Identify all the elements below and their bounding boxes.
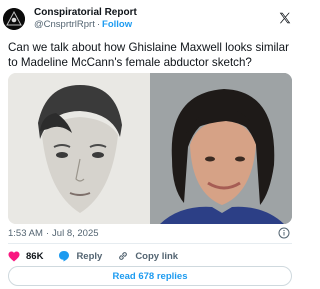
copy-link-button[interactable]: Copy link: [117, 250, 178, 262]
composite-sketch-icon: [8, 73, 150, 224]
tweet-timestamp[interactable]: 1:53 AM · Jul 8, 2025: [8, 228, 99, 239]
portrait-photo-icon: [150, 73, 292, 224]
reply-label: Reply: [76, 250, 103, 262]
author-handle-row: @CnsprtrlRprt · Follow: [34, 19, 137, 31]
like-button[interactable]: 86K: [8, 251, 43, 262]
tweet-text: Can we talk about how Ghislaine Maxwell …: [8, 41, 289, 69]
link-icon: [119, 252, 128, 260]
tweet-header: Conspiratorial Report @CnsprtrlRprt · Foll…: [2, 4, 296, 34]
photo-image[interactable]: [150, 73, 292, 224]
avatar[interactable]: [3, 8, 25, 30]
tweet-time: 1:53 AM: [8, 228, 43, 239]
separator-dot: ·: [45, 228, 50, 239]
reply-button[interactable]: Reply: [58, 250, 102, 262]
info-icon[interactable]: [278, 227, 290, 239]
tweet-date: Jul 8, 2025: [52, 228, 99, 239]
author-display-name[interactable]: Conspiratorial Report: [34, 7, 137, 19]
reply-bubble-icon: [59, 251, 70, 262]
action-bar: 86K Reply Copy link: [8, 250, 193, 262]
follow-button[interactable]: Follow: [102, 19, 132, 30]
author-handle[interactable]: @CnsprtrlRprt: [34, 19, 95, 30]
sketch-image[interactable]: [8, 73, 150, 224]
media-grid: [8, 73, 292, 224]
read-replies-button[interactable]: Read 678 replies: [8, 266, 292, 286]
heart-icon: [8, 251, 20, 261]
author-info: Conspiratorial Report @CnsprtrlRprt · Foll…: [34, 7, 137, 31]
x-logo-icon[interactable]: [278, 11, 292, 25]
separator-dot: ·: [96, 19, 101, 30]
divider: [8, 243, 292, 244]
copy-link-label: Copy link: [135, 250, 179, 262]
tweet-card: Conspiratorial Report @CnsprtrlRprt · Foll…: [0, 0, 300, 289]
avatar-triangle-icon: [3, 8, 25, 30]
like-count: 86K: [26, 250, 44, 262]
